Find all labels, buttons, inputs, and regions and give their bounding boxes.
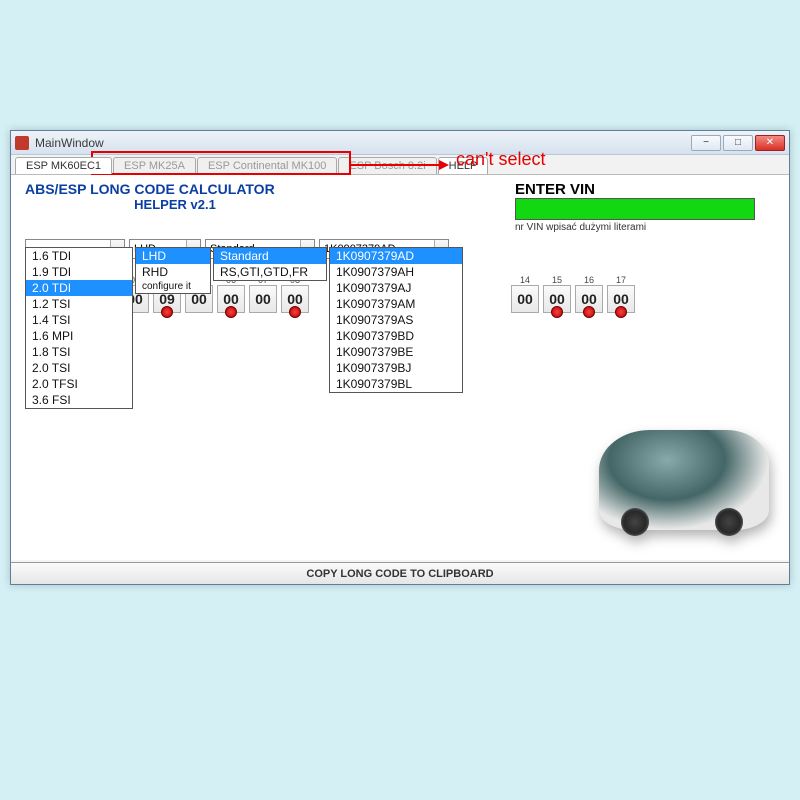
list-item[interactable]: 1.8 TSI — [26, 344, 132, 360]
digit-cell[interactable]: 00 — [217, 285, 245, 313]
window-controls: − □ ✕ — [689, 135, 785, 151]
list-item[interactable]: 1.6 MPI — [26, 328, 132, 344]
page-title: ABS/ESP LONG CODE CALCULATOR — [25, 181, 325, 197]
list-item[interactable]: 1K0907379BJ — [330, 360, 462, 376]
tab-help[interactable]: HELP — [438, 157, 489, 174]
tab-esp-mk25a: ESP MK25A — [113, 157, 196, 174]
list-item[interactable]: 2.0 TFSI — [26, 376, 132, 392]
main-window: MainWindow − □ ✕ ESP MK60EC1 ESP MK25A E… — [10, 130, 790, 585]
digit-cell[interactable]: 00 — [281, 285, 309, 313]
tab-esp-mk60ec1[interactable]: ESP MK60EC1 — [15, 157, 112, 174]
digit-cell[interactable]: 00 — [543, 285, 571, 313]
tab-esp-bosch: ESP Bosch 8.2i — [338, 157, 436, 174]
list-item[interactable]: 1.2 TSI — [26, 296, 132, 312]
digit-labels-right: 14 15 16 17 — [511, 275, 635, 285]
alert-badge — [289, 306, 301, 318]
list-item[interactable]: 1K0907379BL — [330, 376, 462, 392]
vin-label: ENTER VIN — [515, 181, 775, 198]
app-icon — [15, 136, 29, 150]
drive-dropdown-list[interactable]: LHD RHD configure it — [135, 247, 211, 294]
digit-row-right: 00 00 00 00 — [511, 285, 635, 313]
copy-long-code-button[interactable]: COPY LONG CODE TO CLIPBOARD — [11, 562, 789, 584]
content-panel: ABS/ESP LONG CODE CALCULATOR HELPER v2.1… — [11, 175, 789, 560]
list-item[interactable]: 1K0907379BE — [330, 344, 462, 360]
digit-cell[interactable]: 00 — [511, 285, 539, 313]
list-item[interactable]: 1.6 TDI — [26, 248, 132, 264]
list-item[interactable]: 1K0907379AD — [330, 248, 462, 264]
list-item[interactable]: RS,GTI,GTD,FR — [214, 264, 326, 280]
car-image — [599, 430, 769, 530]
page-subtitle: HELPER v2.1 — [25, 197, 325, 212]
trim-dropdown-list[interactable]: Standard RS,GTI,GTD,FR — [213, 247, 327, 281]
list-item[interactable]: 1.4 TSI — [26, 312, 132, 328]
list-item[interactable]: Standard — [214, 248, 326, 264]
part-dropdown-list[interactable]: 1K0907379AD 1K0907379AH 1K0907379AJ 1K09… — [329, 247, 463, 393]
tab-esp-continental: ESP Continental MK100 — [197, 157, 337, 174]
digit-cell[interactable]: 00 — [607, 285, 635, 313]
digit-cell[interactable]: 00 — [249, 285, 277, 313]
maximize-button[interactable]: □ — [723, 135, 753, 151]
alert-badge — [161, 306, 173, 318]
list-item[interactable]: 1K0907379AH — [330, 264, 462, 280]
list-item[interactable]: RHD — [136, 264, 210, 280]
digit-cell[interactable]: 00 — [575, 285, 603, 313]
tab-row: ESP MK60EC1 ESP MK25A ESP Continental MK… — [11, 155, 789, 175]
list-item[interactable]: 1.9 TDI — [26, 264, 132, 280]
alert-badge — [551, 306, 563, 318]
engine-dropdown-list[interactable]: 1.6 TDI 1.9 TDI 2.0 TDI 1.2 TSI 1.4 TSI … — [25, 247, 133, 409]
list-item[interactable]: 2.0 TSI — [26, 360, 132, 376]
window-title: MainWindow — [33, 136, 689, 150]
alert-badge — [583, 306, 595, 318]
alert-badge — [615, 306, 627, 318]
list-item[interactable]: 2.0 TDI — [26, 280, 132, 296]
list-item[interactable]: 1K0907379AS — [330, 312, 462, 328]
titlebar: MainWindow − □ ✕ — [11, 131, 789, 155]
vin-hint: nr VIN wpisać dużymi literami — [515, 222, 775, 233]
alert-badge — [225, 306, 237, 318]
vin-input[interactable] — [515, 198, 755, 220]
minimize-button[interactable]: − — [691, 135, 721, 151]
list-item[interactable]: LHD — [136, 248, 210, 264]
list-item[interactable]: configure it — [136, 280, 210, 293]
close-button[interactable]: ✕ — [755, 135, 785, 151]
list-item[interactable]: 1K0907379AM — [330, 296, 462, 312]
list-item[interactable]: 1K0907379BD — [330, 328, 462, 344]
list-item[interactable]: 3.6 FSI — [26, 392, 132, 408]
list-item[interactable]: 1K0907379AJ — [330, 280, 462, 296]
